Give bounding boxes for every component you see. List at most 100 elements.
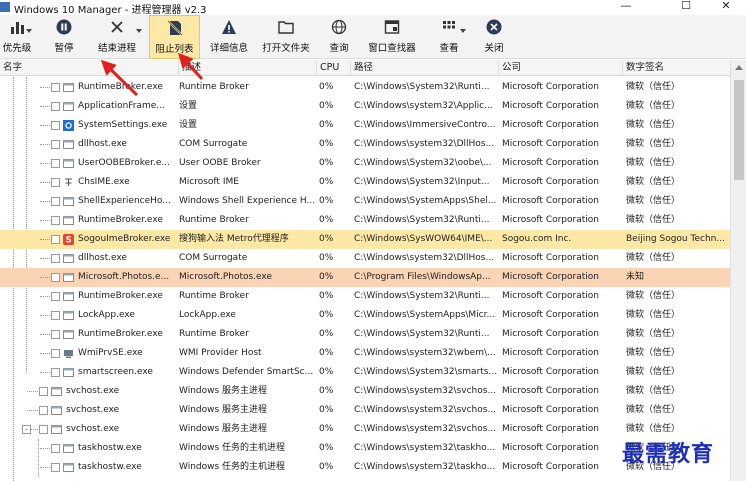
table-row[interactable]: taskhostw.exe Windows 任务的主机进程 0% C:\Windows… <box>0 458 730 477</box>
dropdown-arrow-icon[interactable] <box>26 29 32 33</box>
process-name: smartscreen.exe <box>78 367 153 377</box>
row-checkbox[interactable] <box>51 83 60 92</box>
table-row[interactable]: smartscreen.exe Windows Defender SmartSc.… <box>0 363 730 382</box>
table-row[interactable]: ChsIME.exe Microsoft IME 0% C:\Windows\Syst… <box>0 173 730 192</box>
vertical-scrollbar[interactable] <box>730 60 746 481</box>
toolbar-button-8[interactable]: 查看 <box>430 15 468 59</box>
table-row[interactable]: UserOOBEBroker.e... User OOBE Broker 0% C:\… <box>0 154 730 173</box>
row-checkbox[interactable] <box>51 368 60 377</box>
ime-icon <box>63 177 74 188</box>
process-description: Windows 服务主进程 <box>179 424 268 434</box>
toolbar-button-7[interactable]: 窗口查找器 <box>360 15 424 59</box>
row-checkbox[interactable] <box>51 140 60 149</box>
toolbar-button-5[interactable]: 打开文件夹 <box>256 15 316 59</box>
table-row[interactable]: S SogouImeBroker.exe 搜狗输入法 Metro代理程序 0% C:\W… <box>0 230 730 249</box>
process-path: C:\Windows\ImmersiveContro... <box>354 120 496 130</box>
row-checkbox[interactable] <box>51 121 60 130</box>
process-path: C:\Windows\System32\Runti... <box>354 215 490 225</box>
toolbar-button-label: 暂停 <box>54 43 74 54</box>
row-checkbox[interactable] <box>51 235 60 244</box>
table-row[interactable]: RuntimeBroker.exe Runtime Broker 0% C:\Wind… <box>0 287 730 306</box>
grid-view-icon <box>441 19 457 35</box>
process-path: C:\Windows\System32\Runti... <box>354 82 490 92</box>
table-row[interactable]: dllhost.exe COM Surrogate 0% C:\Windows\sys… <box>0 249 730 268</box>
process-description: Windows Defender SmartSc... <box>179 367 314 377</box>
close-window-button[interactable]: ✕ <box>706 0 746 15</box>
row-checkbox[interactable] <box>51 102 60 111</box>
table-row[interactable]: RuntimeBroker.exe Runtime Broker 0% C:\Wind… <box>0 211 730 230</box>
table-row[interactable]: ApplicationFrame... 设置 0% C:\Windows\system… <box>0 97 730 116</box>
scrollbar-thumb[interactable] <box>734 80 744 180</box>
row-checkbox[interactable] <box>51 159 60 168</box>
row-checkbox[interactable] <box>51 349 60 358</box>
process-company: Microsoft Corporation <box>502 291 599 301</box>
row-checkbox[interactable] <box>51 273 60 282</box>
process-path: C:\Windows\system32\wbem\... <box>354 348 496 358</box>
tree-branch-line <box>40 144 50 145</box>
maximize-button[interactable]: ☐ <box>666 0 706 15</box>
toolbar-button-0[interactable]: 优先级 <box>0 15 34 59</box>
toolbar-button-2[interactable]: 结束进程 <box>90 15 144 59</box>
process-company: Microsoft Corporation <box>502 443 599 453</box>
generic-exe-icon <box>63 196 74 207</box>
row-checkbox[interactable] <box>39 387 48 396</box>
row-checkbox[interactable] <box>51 463 60 472</box>
column-description[interactable]: 描述 <box>178 60 316 76</box>
table-row[interactable]: LockApp.exe LockApp.exe 0% C:\Windows\Syste… <box>0 306 730 325</box>
process-signature: 微软（信任） <box>626 386 681 396</box>
table-row[interactable]: dllhost.exe COM Surrogate 0% C:\Windows\sys… <box>0 135 730 154</box>
process-name: ApplicationFrame... <box>78 101 165 111</box>
table-row[interactable]: - svchost.exe Windows 服务主进程 0% C:\Windows\sy… <box>0 420 730 439</box>
toolbar-button-6[interactable]: 查询 <box>322 15 356 59</box>
minimize-button[interactable]: — <box>606 0 646 15</box>
process-path: C:\Windows\System32\oobe\... <box>354 158 492 168</box>
process-path: C:\Windows\system32\svchos... <box>354 424 497 434</box>
toolbar-button-4[interactable]: 详细信息 <box>204 15 254 59</box>
column-name[interactable]: 名字 <box>0 60 178 76</box>
process-name: SogouImeBroker.exe <box>78 234 171 244</box>
process-path: C:\Windows\system32\DllHos... <box>354 139 495 149</box>
process-company: Microsoft Corporation <box>502 348 599 358</box>
process-description: Windows 任务的主机进程 <box>179 462 286 472</box>
table-row[interactable]: ShellExperienceHo... Windows Shell Experi… <box>0 192 730 211</box>
toolbar-button-9[interactable]: 关闭 <box>476 15 512 59</box>
row-checkbox[interactable] <box>51 216 60 225</box>
process-name: ShellExperienceHo... <box>78 196 171 206</box>
table-row[interactable]: WmiPrvSE.exe WMI Provider Host 0% C:\Window… <box>0 344 730 363</box>
tree-branch-line <box>40 353 50 354</box>
row-checkbox[interactable] <box>39 425 48 434</box>
table-row[interactable]: RuntimeBroker.exe Runtime Broker 0% C:\Wind… <box>0 78 730 97</box>
scroll-up-arrow-icon[interactable] <box>735 65 743 70</box>
table-row[interactable]: svchost.exe Windows 服务主进程 0% C:\Windows\sys… <box>0 382 730 401</box>
process-company: Microsoft Corporation <box>502 329 599 339</box>
toolbar-button-1[interactable]: 暂停 <box>44 15 84 59</box>
dropdown-arrow-icon[interactable] <box>136 29 142 33</box>
tree-collapse-toggle[interactable]: - <box>22 425 31 434</box>
column-path[interactable]: 路径 <box>350 60 498 76</box>
table-row[interactable]: Microsoft.Photos.e... Microsoft.Photos.ex… <box>0 268 730 287</box>
settings-gear-icon <box>63 120 74 131</box>
column-cpu[interactable]: CPU <box>316 60 350 76</box>
dropdown-arrow-icon[interactable] <box>460 29 466 33</box>
row-checkbox[interactable] <box>51 197 60 206</box>
process-description: Runtime Broker <box>179 291 249 301</box>
column-company[interactable]: 公司 <box>498 60 622 76</box>
row-checkbox[interactable] <box>51 330 60 339</box>
window-title: Windows 10 Manager - 进程管理器 v2.3 <box>14 5 207 16</box>
column-signature[interactable]: 数字签名 <box>622 60 730 76</box>
close-circle-icon <box>486 19 502 35</box>
table-row[interactable]: SystemSettings.exe 设置 0% C:\Windows\Immersi… <box>0 116 730 135</box>
row-checkbox[interactable] <box>51 444 60 453</box>
process-path: C:\Windows\SystemApps\Micr... <box>354 310 496 320</box>
table-row[interactable]: svchost.exe Windows 服务主进程 0% C:\Windows\sys… <box>0 401 730 420</box>
row-checkbox[interactable] <box>51 254 60 263</box>
row-checkbox[interactable] <box>51 292 60 301</box>
row-checkbox[interactable] <box>51 311 60 320</box>
table-row[interactable]: taskhostw.exe Windows 任务的主机进程 0% C:\Windows… <box>0 439 730 458</box>
toolbar-button-3[interactable]: 阻止列表 <box>149 15 200 59</box>
row-checkbox[interactable] <box>39 406 48 415</box>
process-cpu: 0% <box>319 158 334 168</box>
tree-branch-line <box>40 182 50 183</box>
row-checkbox[interactable] <box>51 178 60 187</box>
table-row[interactable]: RuntimeBroker.exe Runtime Broker 0% C:\Wind… <box>0 325 730 344</box>
